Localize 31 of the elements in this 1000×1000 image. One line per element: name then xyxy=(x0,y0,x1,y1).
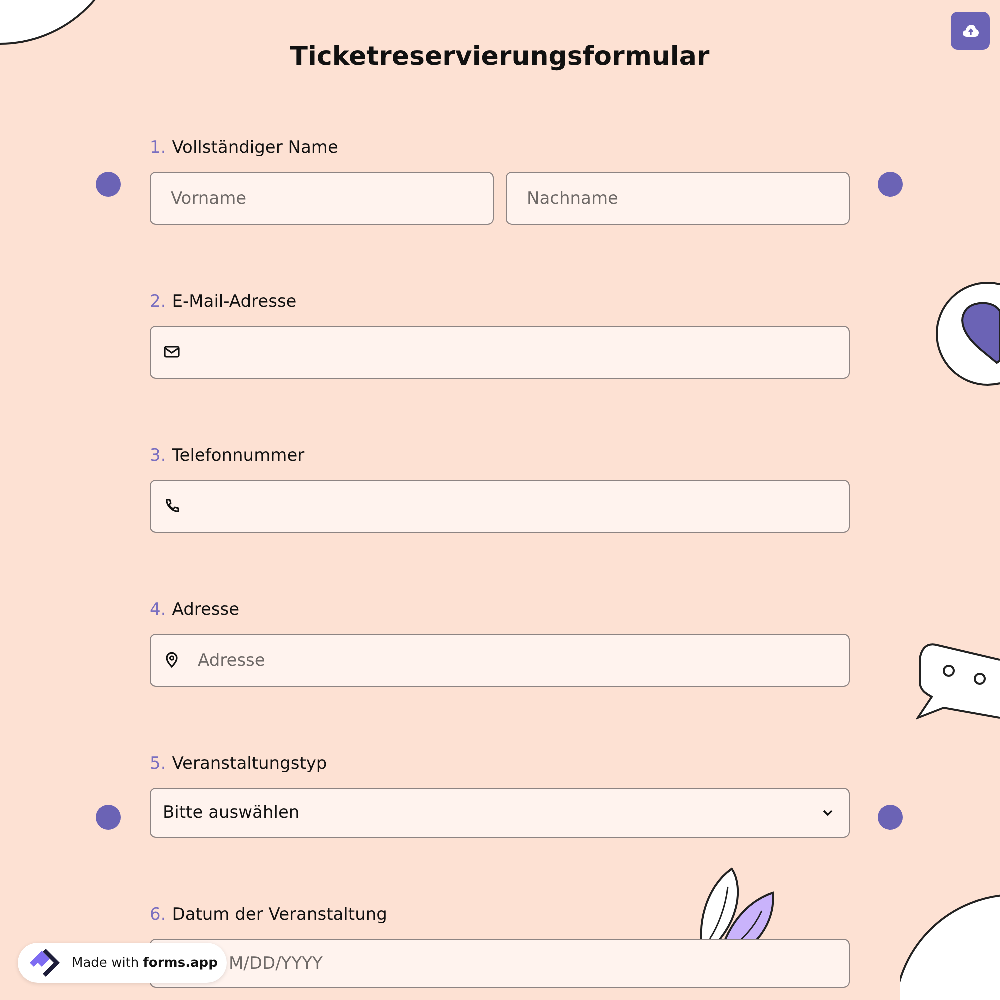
map-pin-icon xyxy=(164,652,180,668)
input-field[interactable]: Adresse xyxy=(150,634,850,687)
question-label: Datum der Veranstaltung xyxy=(172,905,388,925)
question-number: 3. xyxy=(150,446,166,466)
made-with-badge[interactable]: Made with forms.app xyxy=(18,943,227,983)
dot-decoration xyxy=(96,172,121,197)
dot-decoration xyxy=(878,805,903,830)
question-label: Veranstaltungstyp xyxy=(172,754,328,774)
question-label: Adresse xyxy=(172,600,240,620)
envelope-icon xyxy=(164,344,180,360)
input-field[interactable] xyxy=(150,326,850,379)
form-title: Ticketreservierungsformular xyxy=(289,41,711,74)
question-number: 5. xyxy=(150,754,166,774)
question-number: 1. xyxy=(150,138,166,158)
dropdown[interactable]: Bitte auswählen xyxy=(150,788,850,838)
dot-decoration xyxy=(96,805,121,830)
dot-decoration xyxy=(878,172,903,197)
phone-icon xyxy=(164,498,180,514)
input-field[interactable]: Vorname xyxy=(150,172,494,225)
speech-bubble-icon xyxy=(916,642,1000,720)
question-number: 6. xyxy=(150,905,166,925)
question-label: Telefonnummer xyxy=(172,446,305,466)
input-field[interactable] xyxy=(150,480,850,533)
input-field[interactable]: Nachname xyxy=(506,172,850,225)
upload-button[interactable] xyxy=(951,12,990,50)
question-label: Vollständiger Name xyxy=(172,138,338,158)
question-number: 4. xyxy=(150,600,166,620)
question-label: E-Mail-Adresse xyxy=(172,292,297,312)
question-number: 2. xyxy=(150,292,166,312)
heart-icon xyxy=(935,281,1000,387)
cloud-upload-icon xyxy=(962,25,978,37)
